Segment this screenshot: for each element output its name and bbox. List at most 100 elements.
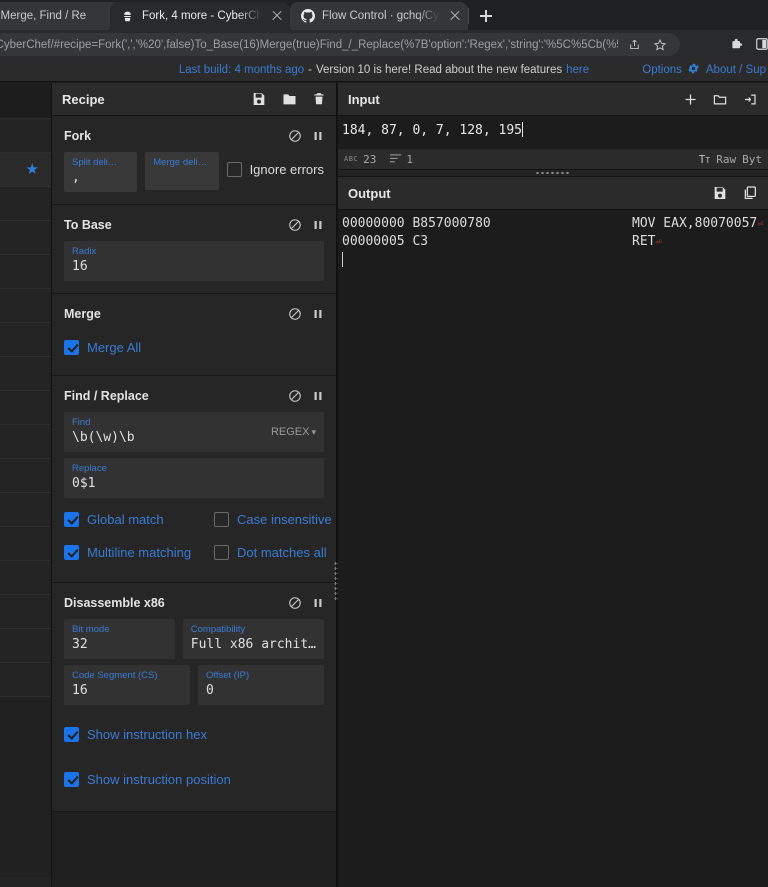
arg-label: Bit mode	[72, 624, 110, 635]
disable-icon[interactable]	[288, 596, 302, 610]
recipe-panel: Recipe Fork Split deli… , Merge deli… Ig…	[52, 83, 337, 887]
operations-panel[interactable]: ★	[0, 83, 52, 887]
input-lines-group: 1	[390, 153, 413, 166]
operations-category-favourites[interactable]: ★	[0, 153, 51, 187]
output-textarea[interactable]: 00000000 B857000780 MOV EAX,80070057⏎ 00…	[338, 210, 768, 887]
checkbox-show-instruction-hex[interactable]: Show instruction hex	[64, 727, 324, 742]
tab-close-icon[interactable]	[448, 9, 462, 23]
operations-category-row[interactable]	[0, 357, 51, 391]
checkbox-ignore-errors[interactable]: Ignore errors	[226, 162, 324, 177]
add-input-tab-icon[interactable]	[683, 92, 698, 107]
output-mnemonic: RET	[632, 234, 656, 249]
new-features-link[interactable]: here	[566, 64, 589, 76]
address-bar[interactable]: thub.io/CyberChef/#recipe=Fork(',','%20'…	[0, 33, 680, 56]
text-caret	[522, 122, 524, 137]
load-recipe-icon[interactable]	[281, 91, 298, 107]
arg-offset-ip[interactable]: Offset (IP) 0	[198, 665, 324, 705]
input-mode-raw[interactable]: Raw	[716, 153, 736, 166]
disable-icon[interactable]	[288, 389, 302, 403]
operations-category-row[interactable]	[0, 663, 51, 697]
operations-category-row[interactable]	[0, 527, 51, 561]
new-tab-button[interactable]	[474, 4, 498, 28]
font-size-control[interactable]: TT	[699, 153, 710, 166]
recipe-op-to-base[interactable]: To Base Radix 16	[52, 205, 336, 294]
about-support-button[interactable]: About / Sup	[706, 64, 766, 76]
operations-category-row[interactable]	[0, 629, 51, 663]
arg-compatibility[interactable]: Compatibility Full x86 archit…	[182, 619, 324, 659]
op-controls	[288, 129, 324, 143]
recipe-op-find-replace[interactable]: Find / Replace Find \b(\w)\b REGEX ▾ Rep…	[52, 376, 336, 583]
operations-category-row[interactable]	[0, 221, 51, 255]
open-folder-as-input-icon[interactable]	[742, 92, 758, 107]
breakpoint-icon[interactable]	[312, 389, 324, 403]
operations-category-row[interactable]	[0, 425, 51, 459]
breakpoint-icon[interactable]	[312, 129, 324, 143]
checkbox-dot-matches-all[interactable]: Dot matches all	[214, 545, 327, 560]
save-output-icon[interactable]	[712, 185, 728, 201]
operations-category-row[interactable]	[0, 255, 51, 289]
output-address: 00000000	[342, 216, 405, 231]
tab-favicon-github	[300, 9, 315, 24]
find-mode-dropdown[interactable]: REGEX ▾	[271, 426, 316, 438]
cyberchef-banner: Last build: 4 months ago - Version 10 is…	[0, 58, 768, 82]
copy-output-icon[interactable]	[742, 185, 758, 201]
banner-right-controls: Options About / Sup	[642, 58, 768, 82]
operations-category-row[interactable]	[0, 595, 51, 629]
tab-close-icon[interactable]	[270, 9, 284, 23]
tab-title: Fork, 4 more - CyberChef	[142, 10, 262, 22]
disable-icon[interactable]	[288, 129, 302, 143]
save-recipe-icon[interactable]	[251, 91, 267, 107]
browser-tab-2[interactable]: Flow Control · gchq/CyberChef	[290, 2, 468, 30]
checkbox-box	[64, 340, 79, 355]
breakpoint-icon[interactable]	[312, 218, 324, 232]
checkbox-case-insensitive[interactable]: Case insensitive	[214, 512, 332, 527]
star-icon: ★	[25, 161, 39, 178]
clear-recipe-icon[interactable]	[312, 91, 326, 107]
recipe-op-merge[interactable]: Merge Merge All	[52, 294, 336, 376]
share-icon[interactable]	[624, 35, 644, 55]
browser-tab-1[interactable]: Fork, 4 more - CyberChef	[110, 2, 290, 30]
recipe-op-disassemble-x86[interactable]: Disassemble x86 Bit mode 32 Compatibilit…	[52, 583, 336, 812]
arg-split-delimiter[interactable]: Split deli… ,	[64, 152, 138, 192]
arg-merge-delimiter[interactable]: Merge deli…	[145, 152, 219, 190]
disable-icon[interactable]	[288, 218, 302, 232]
io-splitter[interactable]	[338, 169, 768, 177]
operations-category-row[interactable]	[0, 459, 51, 493]
arg-replace[interactable]: Replace 0$1	[64, 458, 324, 498]
arg-find[interactable]: Find \b(\w)\b REGEX ▾	[64, 412, 324, 452]
op-title: To Base	[64, 218, 112, 232]
operations-category-row[interactable]	[0, 391, 51, 425]
operations-category-row[interactable]	[0, 187, 51, 221]
breakpoint-icon[interactable]	[312, 596, 324, 610]
recipe-op-fork[interactable]: Fork Split deli… , Merge deli… Ignore er…	[52, 116, 336, 205]
checkbox-multiline-matching[interactable]: Multiline matching	[64, 545, 192, 560]
arg-value: 16	[72, 259, 88, 274]
url-text: thub.io/CyberChef/#recipe=Fork(',','%20'…	[0, 39, 618, 51]
operations-category-row[interactable]	[0, 561, 51, 595]
disable-icon[interactable]	[288, 307, 302, 321]
bookmark-star-icon[interactable]	[650, 35, 670, 55]
arg-bit-mode[interactable]: Bit mode 32	[64, 619, 175, 659]
input-textarea[interactable]: 184, 87, 0, 7, 128, 195	[338, 116, 768, 149]
input-title-bar: Input	[338, 83, 768, 116]
gear-icon[interactable]	[687, 62, 700, 78]
input-value: 184, 87, 0, 7, 128, 195	[342, 123, 523, 138]
operations-category-row[interactable]	[0, 289, 51, 323]
operations-category-row[interactable]	[0, 323, 51, 357]
browser-profile-icon[interactable]	[752, 34, 768, 54]
checkbox-merge-all[interactable]: Merge All	[64, 340, 324, 355]
last-build-link[interactable]: Last build: 4 months ago	[179, 64, 304, 76]
extensions-puzzle-icon[interactable]	[727, 34, 747, 54]
input-mode-bytes[interactable]: Byt	[742, 153, 762, 166]
arg-code-segment[interactable]: Code Segment (CS) 16	[64, 665, 190, 705]
open-folder-icon[interactable]	[712, 92, 728, 107]
operations-search-row[interactable]	[0, 119, 51, 153]
op-args: Split deli… , Merge deli… Ignore errors	[64, 152, 324, 192]
output-title-bar: Output	[338, 177, 768, 210]
operations-category-row[interactable]	[0, 493, 51, 527]
breakpoint-icon[interactable]	[312, 307, 324, 321]
checkbox-show-instruction-position[interactable]: Show instruction position	[64, 772, 324, 787]
arg-radix[interactable]: Radix 16	[64, 241, 324, 281]
checkbox-global-match[interactable]: Global match	[64, 512, 192, 527]
options-button[interactable]: Options	[642, 62, 700, 78]
